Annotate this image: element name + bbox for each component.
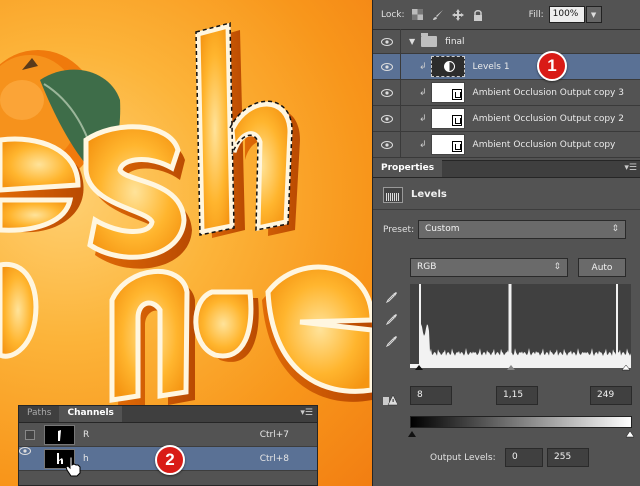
step-badge-2: 2 xyxy=(155,445,185,475)
channel-thumb-art xyxy=(58,429,61,441)
output-white-field[interactable]: 255 xyxy=(547,448,589,467)
eye-icon[interactable] xyxy=(373,105,401,132)
eyedropper-black-icon[interactable] xyxy=(385,290,399,304)
layer-thumbnail xyxy=(430,82,465,103)
updown-arrows-icon: ⇕ xyxy=(553,262,561,272)
tab-paths[interactable]: Paths xyxy=(19,406,59,422)
lock-move-icon[interactable] xyxy=(451,8,465,22)
lock-brush-icon[interactable] xyxy=(431,8,445,22)
properties-panel-tabs: Properties ▾☰ xyxy=(373,160,640,178)
layer-thumbnail xyxy=(430,108,465,129)
tab-properties[interactable]: Properties xyxy=(373,160,443,177)
adjustment-thumbnail xyxy=(430,56,465,77)
group-name: final xyxy=(445,36,465,47)
letter-n xyxy=(109,269,195,410)
letter-a-fragment xyxy=(0,261,39,359)
input-black-field[interactable]: 8 xyxy=(410,386,452,405)
output-white-slider[interactable] xyxy=(625,430,635,438)
step-badge-1: 1 xyxy=(537,51,567,81)
output-gradient-bar xyxy=(410,416,632,428)
letter-g xyxy=(193,289,259,362)
channel-shortcut: Ctrl+8 xyxy=(259,453,289,464)
input-gamma-field[interactable]: 1,15 xyxy=(496,386,538,405)
output-black-slider[interactable] xyxy=(408,431,416,437)
expand-arrow-icon[interactable]: ▼ xyxy=(409,37,415,46)
layer-group-final[interactable]: ▼ final xyxy=(373,28,640,55)
layers-lock-bar: Lock: Fill: 100% ▼ xyxy=(373,0,640,30)
empty-visibility-box xyxy=(25,429,35,440)
channel-value: RGB xyxy=(417,262,437,272)
eyedropper-gray-icon[interactable] xyxy=(385,312,399,326)
right-panels: Lock: Fill: 100% ▼ ▼ final ↲ Levels 1 1 xyxy=(372,0,640,486)
smart-object-icon xyxy=(451,115,462,126)
layer-name: Ambient Occlusion Output copy 3 xyxy=(472,87,624,98)
folder-icon xyxy=(421,33,438,47)
fill-label: Fill: xyxy=(528,9,544,20)
channels-panel-tabs: Paths Channels ▾☰ xyxy=(19,406,317,423)
preset-label: Preset: xyxy=(383,225,415,235)
eye-icon[interactable] xyxy=(373,131,401,158)
layer-row-ao-copy[interactable]: ↲ Ambient Occlusion Output copy xyxy=(373,131,640,158)
properties-title: Levels xyxy=(411,189,447,200)
eye-icon[interactable] xyxy=(373,79,401,106)
output-black-field[interactable]: 0 xyxy=(505,448,543,467)
lock-label: Lock: xyxy=(381,9,405,20)
clip-arrow-icon: ↲ xyxy=(419,61,427,72)
panel-menu-icon[interactable]: ▾☰ xyxy=(300,408,313,418)
layer-row-ao-copy-2[interactable]: ↲ Ambient Occlusion Output copy 2 xyxy=(373,105,640,132)
smart-object-icon xyxy=(451,89,462,100)
eye-icon[interactable] xyxy=(373,53,401,80)
letter-s xyxy=(83,124,192,269)
updown-arrows-icon: ⇕ xyxy=(611,224,619,234)
lock-transparent-icon[interactable] xyxy=(411,8,425,22)
output-levels-label: Output Levels: xyxy=(430,453,496,463)
layer-thumbnail xyxy=(430,134,465,155)
channel-name: R xyxy=(83,429,90,440)
levels-histogram xyxy=(410,284,631,371)
smart-object-icon xyxy=(451,141,462,152)
document-canvas[interactable]: Paths Channels ▾☰ R Ctrl+7 h Ctrl+8 2 xyxy=(0,0,372,486)
histogram-icon xyxy=(383,186,403,203)
layer-name: Ambient Occlusion Output copy 2 xyxy=(472,113,624,124)
properties-header: Levels xyxy=(373,180,640,210)
letter-e-bottom xyxy=(262,264,372,402)
clip-arrow-icon: ↲ xyxy=(419,87,427,98)
tab-channels[interactable]: Channels xyxy=(59,406,122,422)
layer-name: Ambient Occlusion Output copy xyxy=(472,139,616,150)
auto-button[interactable]: Auto xyxy=(578,258,626,277)
hand-cursor-icon xyxy=(65,456,81,477)
clip-arrow-icon: ↲ xyxy=(419,113,427,124)
eyedropper-white-icon[interactable] xyxy=(385,334,399,348)
visibility-toggle[interactable] xyxy=(19,424,41,446)
eye-glyph xyxy=(19,447,31,455)
clip-arrow-icon: ↲ xyxy=(419,139,427,150)
input-white-field[interactable]: 249 xyxy=(590,386,632,405)
preset-value: Custom xyxy=(425,224,460,234)
eye-icon[interactable] xyxy=(19,447,41,470)
adjustment-icon xyxy=(443,61,455,72)
channel-select[interactable]: RGB ⇕ xyxy=(410,258,568,277)
layer-row-ao-copy-3[interactable]: ↲ Ambient Occlusion Output copy 3 xyxy=(373,79,640,106)
output-sliders xyxy=(408,430,635,438)
layer-row-levels-1[interactable]: ↲ Levels 1 1 xyxy=(373,51,640,81)
layer-name: Levels 1 xyxy=(472,61,510,72)
clipping-warning-icon[interactable] xyxy=(383,393,397,407)
letter-h xyxy=(195,22,300,238)
lock-all-icon[interactable] xyxy=(471,8,485,22)
channel-row-r[interactable]: R Ctrl+7 xyxy=(19,423,317,447)
eye-icon[interactable] xyxy=(373,28,401,55)
fill-dropdown-button[interactable]: ▼ xyxy=(585,6,602,23)
preset-select[interactable]: Custom ⇕ xyxy=(418,220,626,239)
fill-input[interactable]: 100% xyxy=(548,6,585,23)
panel-menu-icon[interactable]: ▾☰ xyxy=(624,163,637,173)
channel-thumbnail xyxy=(44,424,75,445)
channel-shortcut: Ctrl+7 xyxy=(259,429,289,440)
